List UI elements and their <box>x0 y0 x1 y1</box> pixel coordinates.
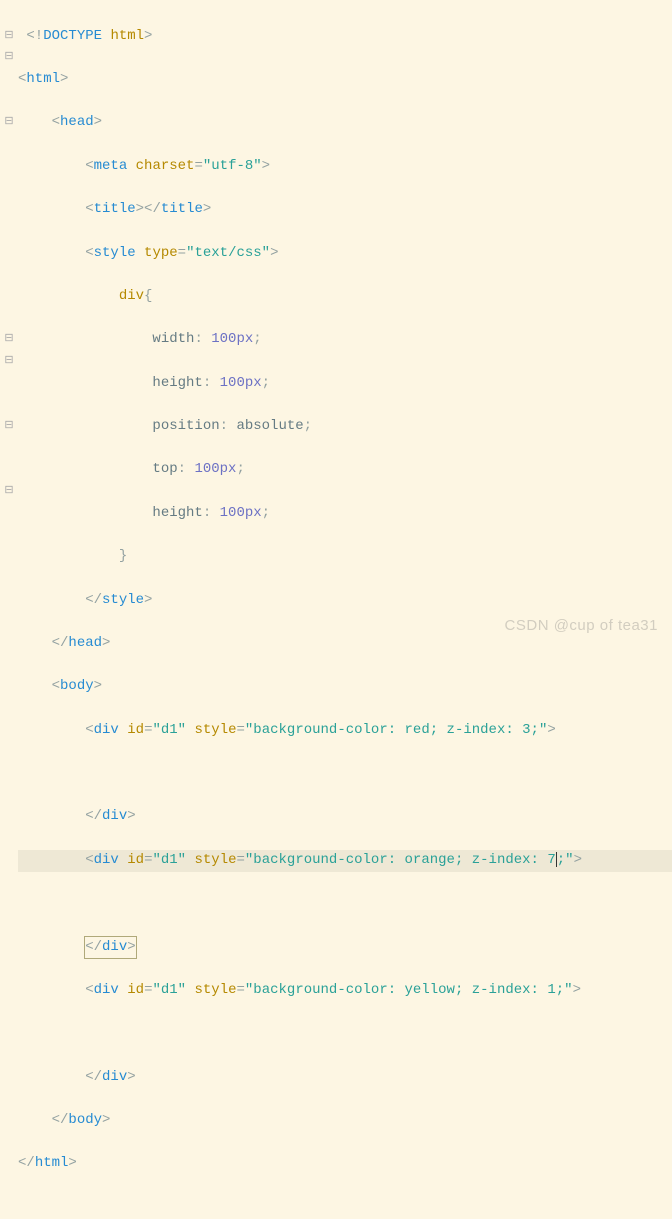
fold-toggle <box>0 221 18 243</box>
fold-toggle <box>0 503 18 525</box>
watermark: CSDN @cup of tea31 <box>505 614 658 637</box>
fold-toggle[interactable]: ⊟ <box>0 26 18 48</box>
code-area[interactable]: <!DOCTYPE html> <html> <head> <meta char… <box>18 4 672 1219</box>
code-line: <body> <box>18 676 672 698</box>
fold-toggle[interactable]: ⊟ <box>0 416 18 438</box>
fold-toggle <box>0 199 18 221</box>
fold-toggle <box>0 91 18 113</box>
code-line: top: 100px; <box>18 459 672 481</box>
fold-toggle <box>0 69 18 91</box>
fold-toggle <box>0 134 18 156</box>
code-line-active: <div id="d1" style="background-color: or… <box>18 850 672 872</box>
code-line <box>18 893 672 915</box>
fold-toggle[interactable]: ⊟ <box>0 47 18 69</box>
fold-toggle <box>0 394 18 416</box>
code-line: } <box>18 546 672 568</box>
code-line: <html> <box>18 69 672 91</box>
fold-toggle <box>0 546 18 568</box>
fold-toggle[interactable]: ⊟ <box>0 351 18 373</box>
fold-toggle <box>0 178 18 200</box>
code-line: </div> <box>18 1067 672 1089</box>
fold-toggle[interactable]: ⊟ <box>0 481 18 503</box>
code-line: height: 100px; <box>18 503 672 525</box>
code-line: <div id="d1" style="background-color: ye… <box>18 980 672 1002</box>
code-line: </body> <box>18 1110 672 1132</box>
fold-toggle <box>0 590 18 612</box>
code-line: </html> <box>18 1153 672 1175</box>
fold-toggle <box>0 308 18 330</box>
fold-toggle[interactable]: ⊟ <box>0 329 18 351</box>
code-line: </style> <box>18 590 672 612</box>
code-line <box>18 763 672 785</box>
fold-toggle <box>0 568 18 590</box>
code-line: div{ <box>18 286 672 308</box>
code-line: <!DOCTYPE html> <box>18 26 672 48</box>
fold-toggle <box>0 243 18 265</box>
code-line: <div id="d1" style="background-color: re… <box>18 720 672 742</box>
code-line: <style type="text/css"> <box>18 243 672 265</box>
fold-toggle <box>0 264 18 286</box>
fold-toggle <box>0 459 18 481</box>
code-line: <title></title> <box>18 199 672 221</box>
fold-gutter: ⊟⊟⊟⊟⊟⊟⊟ <box>0 4 18 1219</box>
code-line: height: 100px; <box>18 373 672 395</box>
code-line: <head> <box>18 112 672 134</box>
code-line: <meta charset="utf-8"> <box>18 156 672 178</box>
fold-toggle <box>0 525 18 547</box>
code-editor[interactable]: ⊟⊟⊟⊟⊟⊟⊟ <!DOCTYPE html> <html> <head> <m… <box>0 0 672 1219</box>
code-line: width: 100px; <box>18 329 672 351</box>
code-line: </div> <box>18 937 672 959</box>
fold-toggle <box>0 156 18 178</box>
fold-toggle <box>0 373 18 395</box>
fold-toggle <box>0 4 18 26</box>
fold-toggle <box>0 438 18 460</box>
fold-toggle[interactable]: ⊟ <box>0 112 18 134</box>
code-line: position: absolute; <box>18 416 672 438</box>
fold-toggle <box>0 286 18 308</box>
code-line <box>18 1023 672 1045</box>
code-line: </div> <box>18 806 672 828</box>
